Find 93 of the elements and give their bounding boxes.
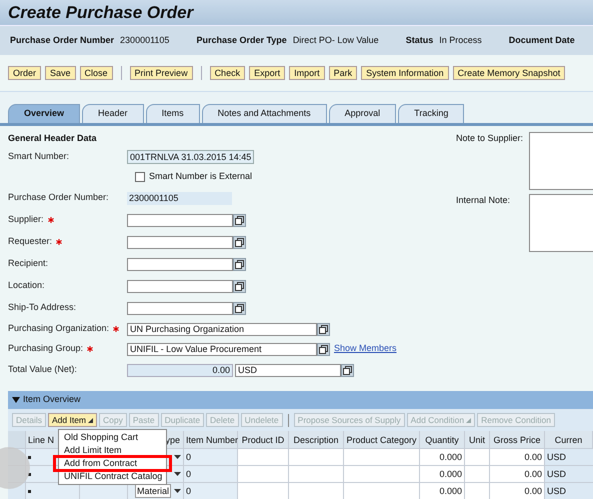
- value-help-icon[interactable]: [233, 236, 246, 248]
- toolbar-button[interactable]: Order: [8, 66, 42, 80]
- table-cell: 0.00: [490, 466, 545, 482]
- smart-number-field: 001TRNLVA 31.03.2015 14:45: [127, 150, 254, 164]
- input-field[interactable]: [127, 280, 233, 292]
- info-label: Document Date: [508, 34, 575, 47]
- note-label: Note to Supplier:: [456, 132, 524, 145]
- tab[interactable]: Notes and Attachments: [202, 104, 327, 123]
- field-label: Requester:: [8, 235, 52, 248]
- field-label: Supplier:: [8, 213, 44, 226]
- column-header: Item Number: [184, 431, 238, 448]
- dropdown-icon[interactable]: [174, 455, 181, 459]
- toolbar-button[interactable]: Import: [289, 66, 325, 80]
- toolbar-button[interactable]: Park: [328, 66, 358, 80]
- field-label: Recipient:: [8, 257, 48, 270]
- tab[interactable]: Overview: [8, 104, 80, 123]
- value-help-icon[interactable]: [233, 258, 246, 270]
- toolbar-button[interactable]: Save: [45, 66, 76, 80]
- column-header: Quantity: [420, 431, 465, 448]
- menu-item[interactable]: Add from Contract: [55, 457, 170, 470]
- checkbox[interactable]: [135, 172, 145, 182]
- input-field[interactable]: [127, 302, 233, 314]
- column-header: Description: [289, 431, 344, 448]
- note-textarea[interactable]: [529, 132, 593, 190]
- dropdown-icon[interactable]: [174, 489, 181, 493]
- input-field[interactable]: [127, 258, 233, 270]
- field-label: Smart Number:: [8, 150, 70, 164]
- value-help-icon[interactable]: [341, 364, 354, 376]
- toolbar-button[interactable]: Check: [210, 66, 246, 80]
- value-help-icon[interactable]: [233, 214, 246, 226]
- info-value: 2300001105: [120, 34, 170, 47]
- column-header: Product Category: [344, 431, 420, 448]
- show-members-link[interactable]: Show Members: [334, 342, 397, 356]
- info-label: Purchase Order Type: [196, 34, 287, 47]
- info-value: In Process: [439, 34, 482, 47]
- column-header: Product ID: [238, 431, 289, 448]
- column-header: Curren: [545, 431, 593, 448]
- field-label: Location:: [8, 279, 45, 292]
- table-cell: 0.000: [420, 449, 465, 465]
- tab[interactable]: Header: [82, 104, 144, 123]
- table-cell: 0: [184, 483, 238, 499]
- currency-field[interactable]: USD: [235, 364, 341, 376]
- field-label: Purchasing Organization:: [8, 322, 110, 336]
- value-help-icon[interactable]: [233, 302, 246, 314]
- table-cell: 0: [184, 466, 238, 482]
- input-field[interactable]: UNIFIL - Low Value Procurement: [127, 342, 317, 356]
- toolbar-button[interactable]: System Information: [361, 66, 449, 80]
- row-marker-icon: [28, 456, 31, 458]
- po-number-field: 2300001105: [127, 192, 232, 204]
- table-cell: USD: [545, 483, 593, 499]
- table-cell: 0.000: [420, 483, 465, 499]
- collapse-icon[interactable]: [12, 397, 20, 403]
- note-label: Internal Note:: [456, 194, 512, 207]
- tab[interactable]: Approval: [328, 104, 396, 123]
- tab[interactable]: Items: [146, 104, 200, 123]
- input-field[interactable]: [127, 214, 233, 226]
- toolbar-button[interactable]: Add Item: [48, 413, 98, 427]
- note-textarea[interactable]: [529, 194, 593, 252]
- field-label: Total Value (Net):: [8, 363, 77, 376]
- section-title: Item Overview: [23, 393, 81, 406]
- value-help-icon[interactable]: [317, 322, 330, 336]
- column-header: Gross Price: [490, 431, 545, 448]
- table-cell: 0.00: [490, 483, 545, 499]
- field-label: Purchase Order Number:: [8, 191, 109, 204]
- toolbar-button[interactable]: Close: [80, 66, 113, 80]
- menu-item[interactable]: UNIFIL Contract Catalog: [59, 470, 166, 483]
- table-cell: 0.00: [490, 449, 545, 465]
- input-field[interactable]: [127, 236, 233, 248]
- toolbar-button[interactable]: Print Preview: [130, 66, 193, 80]
- type-field[interactable]: Material: [134, 484, 171, 498]
- field-label: Ship-To Address:: [8, 301, 76, 314]
- info-label: Purchase Order Number: [10, 34, 114, 47]
- info-label: Status: [406, 34, 434, 47]
- page-title: Create Purchase Order: [8, 4, 194, 21]
- item-overview-header[interactable]: Item Overview: [8, 391, 593, 409]
- tab[interactable]: Tracking: [398, 104, 464, 123]
- field-label: Purchasing Group:: [8, 342, 84, 356]
- table-cell: 0.000: [420, 466, 465, 482]
- value-help-icon[interactable]: [317, 342, 330, 356]
- table-cell: 0: [184, 449, 238, 465]
- column-header: Unit: [465, 431, 490, 448]
- dropdown-icon[interactable]: [174, 472, 181, 476]
- input-field[interactable]: UN Purchasing Organization: [127, 322, 317, 336]
- table-cell: USD: [545, 449, 593, 465]
- row-marker-icon: [28, 490, 31, 492]
- section-title: General Header Data: [8, 132, 97, 145]
- toolbar-button[interactable]: Export: [249, 66, 286, 80]
- value-help-icon[interactable]: [233, 280, 246, 292]
- table-cell: USD: [545, 466, 593, 482]
- info-value: Direct PO- Low Value: [292, 34, 379, 47]
- toolbar-button[interactable]: Create Memory Snapshot: [452, 66, 566, 80]
- checkbox-label: Smart Number is External: [149, 170, 252, 184]
- total-value-field: 0.00: [127, 364, 233, 376]
